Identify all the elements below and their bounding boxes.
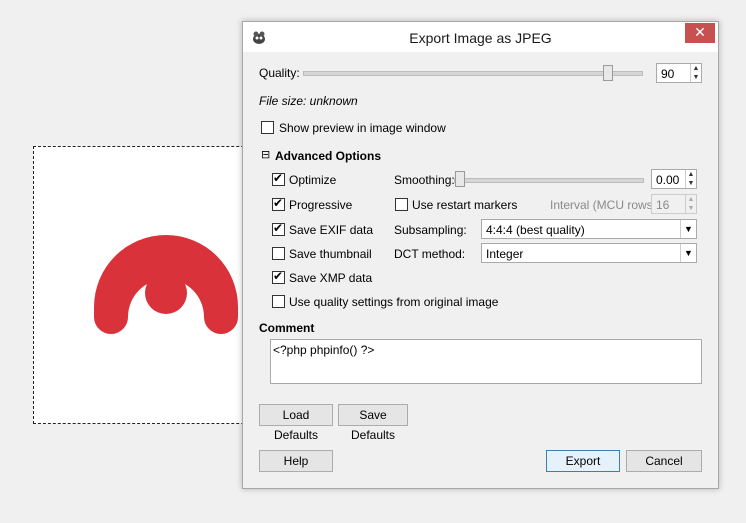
progressive-label[interactable]: Progressive [289, 198, 352, 212]
file-size-label: File size: unknown [259, 94, 358, 108]
title-bar: Export Image as JPEG ✕ [243, 22, 718, 52]
chevron-down-icon[interactable]: ▼ [680, 220, 696, 238]
quality-label: Quality: [259, 66, 300, 80]
show-preview-checkbox[interactable] [261, 121, 274, 134]
restart-markers-label[interactable]: Use restart markers [412, 198, 517, 212]
dialog-title: Export Image as JPEG [409, 30, 552, 46]
export-button[interactable]: Export [546, 450, 620, 472]
spin-arrows-icon: ▲ ▼ [685, 195, 696, 213]
quality-value: 90 [661, 67, 675, 81]
logo-image [94, 235, 238, 334]
interval-label: Interval (MCU rows): [550, 198, 661, 212]
comment-textarea[interactable]: <?php phpinfo() ?> [270, 339, 702, 384]
quality-spinbox[interactable]: 90 ▲ ▼ [656, 63, 702, 83]
subsampling-value: 4:4:4 (best quality) [486, 223, 585, 237]
smoothing-label: Smoothing: [394, 173, 455, 187]
quality-slider-handle[interactable] [603, 65, 614, 81]
save-xmp-checkbox[interactable]: ✔ [272, 269, 285, 284]
check-icon: ✔ [273, 221, 284, 235]
optimize-label[interactable]: Optimize [289, 173, 336, 187]
check-icon: ✔ [273, 269, 284, 283]
save-exif-checkbox[interactable]: ✔ [272, 221, 285, 236]
dct-method-label: DCT method: [394, 247, 466, 261]
spin-arrows-icon[interactable]: ▲ ▼ [685, 170, 696, 188]
show-preview-label[interactable]: Show preview in image window [279, 121, 446, 135]
close-button[interactable]: ✕ [685, 23, 715, 43]
dct-method-value: Integer [486, 247, 524, 261]
smoothing-slider-track[interactable] [454, 178, 644, 183]
restart-markers-checkbox[interactable] [395, 198, 408, 211]
progressive-checkbox[interactable]: ✔ [272, 196, 285, 211]
export-jpeg-dialog: Export Image as JPEG ✕ Quality: 90 ▲ ▼ Fi… [242, 21, 719, 489]
smoothing-spinbox[interactable]: 0.00 ▲ ▼ [651, 169, 697, 189]
image-canvas [33, 146, 269, 424]
comment-label: Comment [259, 321, 315, 335]
interval-value: 16 [656, 198, 670, 212]
smoothing-slider-handle[interactable] [455, 171, 465, 187]
save-thumbnail-checkbox[interactable] [272, 247, 285, 260]
save-thumbnail-label[interactable]: Save thumbnail [289, 247, 372, 261]
use-quality-original-checkbox[interactable] [272, 295, 285, 308]
chevron-down-icon[interactable]: ▼ [680, 244, 696, 262]
check-icon: ✔ [273, 196, 284, 210]
collapse-toggle-icon[interactable]: ⊟ [261, 148, 270, 161]
subsampling-select[interactable]: 4:4:4 (best quality) ▼ [481, 219, 697, 239]
optimize-checkbox[interactable]: ✔ [272, 171, 285, 186]
quality-slider-track[interactable] [303, 71, 643, 76]
check-icon: ✔ [273, 171, 284, 185]
load-defaults-button[interactable]: Load Defaults [259, 404, 333, 442]
save-xmp-label[interactable]: Save XMP data [289, 271, 372, 285]
use-quality-original-label[interactable]: Use quality settings from original image [289, 295, 498, 309]
interval-spinbox: 16 ▲ ▼ [651, 194, 697, 214]
comment-text: <?php phpinfo() ?> [273, 343, 375, 357]
save-exif-label[interactable]: Save EXIF data [289, 223, 373, 237]
subsampling-label: Subsampling: [394, 223, 467, 237]
help-button[interactable]: Help [259, 450, 333, 472]
save-defaults-button[interactable]: Save Defaults [338, 404, 408, 442]
dct-method-select[interactable]: Integer ▼ [481, 243, 697, 263]
cancel-button[interactable]: Cancel [626, 450, 702, 472]
advanced-options-header[interactable]: Advanced Options [275, 149, 381, 163]
smoothing-value: 0.00 [656, 173, 680, 187]
spin-arrows-icon[interactable]: ▲ ▼ [690, 64, 701, 82]
